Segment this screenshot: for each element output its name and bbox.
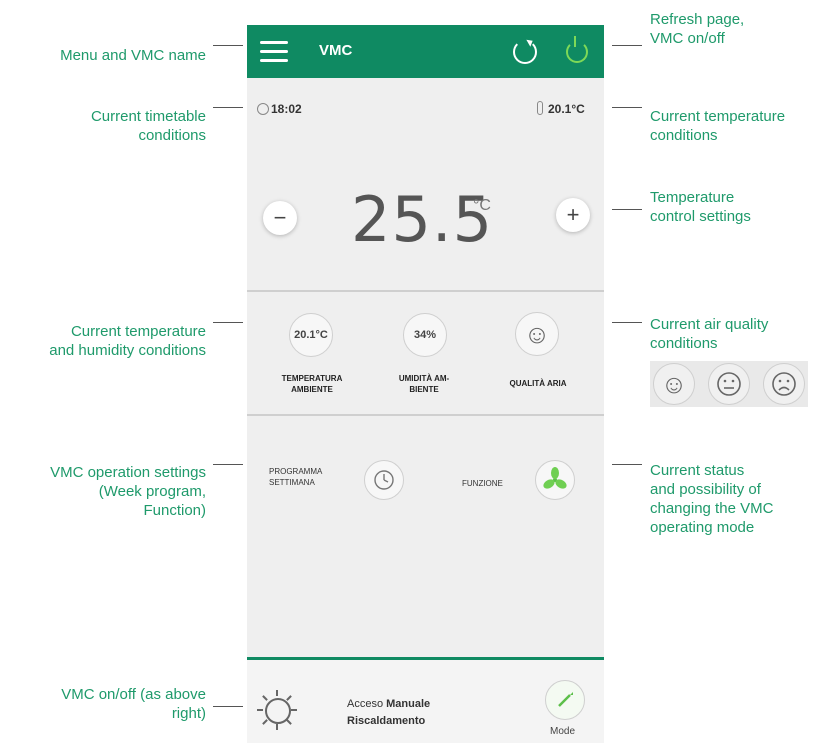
divider xyxy=(247,414,604,416)
annotation-refresh: Refresh page, VMC on/off xyxy=(650,11,745,47)
annotation-temperature: Current temperature conditions xyxy=(650,108,786,144)
leader-line xyxy=(213,45,243,46)
leader-line xyxy=(213,706,243,707)
annotation-temp-control: Temperature control settings xyxy=(650,189,751,225)
smiley-neutral-icon xyxy=(708,363,750,405)
status-text: Acceso Manuale Riscaldamento xyxy=(347,698,431,727)
leader-line xyxy=(612,464,642,465)
annotation-menu: Menu and VMC name xyxy=(60,47,206,64)
status-bar: Acceso Manuale Riscaldamento Mode xyxy=(247,657,604,743)
function-label: FUNZIONE xyxy=(462,479,503,488)
annotation-operation: VMC operation settings (Week program, Fu… xyxy=(50,464,206,519)
humidity-gauge: 34% xyxy=(403,313,447,357)
annotation-status: Current status and possibility of changi… xyxy=(650,462,774,536)
air-quality-label: QUALITÀ ARIA xyxy=(509,379,567,388)
clock-icon xyxy=(257,103,269,115)
fan-icon xyxy=(543,467,567,489)
smiley-bad-icon xyxy=(763,363,805,405)
smiley-icon: ☺ xyxy=(523,319,551,349)
temperature-unit: °C xyxy=(473,197,491,214)
divider xyxy=(247,290,604,292)
ambient-temp-gauge: 20.1°C xyxy=(289,313,333,357)
annotation-temp-humidity: Current temperature and humidity conditi… xyxy=(49,323,206,359)
leader-line xyxy=(213,322,243,323)
leader-line xyxy=(213,107,243,108)
increase-temp-button[interactable]: + xyxy=(556,198,590,232)
phone-screen: VMC 18:02 20.1°C − 25.5 °C + 20.1°C TEMP… xyxy=(247,25,604,743)
leader-line xyxy=(612,107,642,108)
current-time: 18:02 xyxy=(271,102,302,116)
week-program-button[interactable] xyxy=(364,460,404,500)
mode-label: Mode xyxy=(550,726,576,737)
air-quality-legend: ☺ xyxy=(650,361,808,407)
humidity-label: UMIDITÀ AM- BIENTE xyxy=(398,374,450,394)
smiley-good-icon: ☺ xyxy=(653,363,695,405)
annotation-timetable: Current timetable conditions xyxy=(90,108,206,144)
sun-icon[interactable] xyxy=(257,690,297,730)
air-quality-gauge: ☺ xyxy=(515,312,559,356)
thermometer-icon xyxy=(537,101,543,115)
menu-icon[interactable] xyxy=(247,25,301,78)
annotation-air-quality: Current air quality conditions xyxy=(650,316,769,352)
ambient-temp-label: TEMPERATURA AMBIENTE xyxy=(281,374,343,394)
clock-icon xyxy=(374,470,394,490)
temperature-setpoint: 25.5 xyxy=(351,183,494,256)
decrease-temp-button[interactable]: − xyxy=(263,201,297,235)
mode-button[interactable] xyxy=(545,680,585,720)
function-button[interactable] xyxy=(535,460,575,500)
app-header: VMC xyxy=(247,25,604,78)
current-temperature: 20.1°C xyxy=(548,102,585,116)
leader-line xyxy=(213,464,243,465)
program-label: PROGRAMMA SETTIMANA xyxy=(269,467,323,487)
pen-icon xyxy=(558,692,573,707)
leader-line xyxy=(612,322,642,323)
leader-line xyxy=(612,209,642,210)
leader-line xyxy=(612,45,642,46)
app-title: VMC xyxy=(319,42,353,59)
annotation-onoff: VMC on/off (as above right) xyxy=(61,686,206,722)
